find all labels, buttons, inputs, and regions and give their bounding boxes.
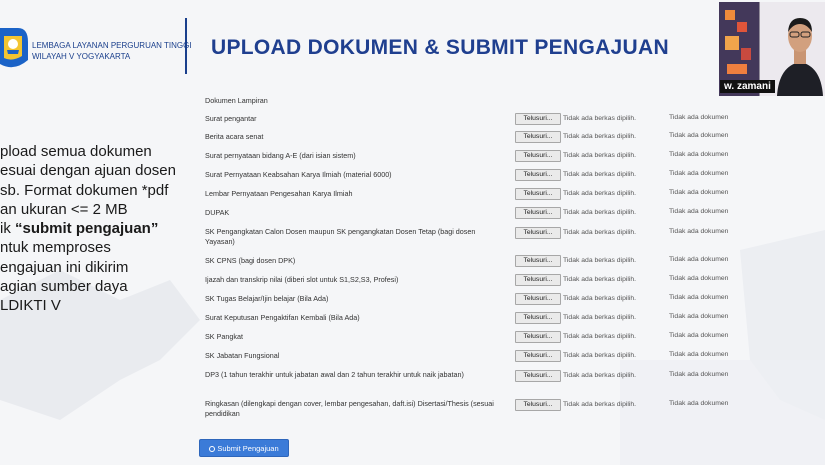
document-status: Tidak ada dokumen — [669, 256, 729, 263]
document-row-label: Surat pernyataan bidang A-E (dari isian … — [205, 151, 356, 160]
document-status: Tidak ada dokumen — [669, 132, 729, 139]
document-row-label: Lembar Pernyataan Pengesahan Karya Ilmia… — [205, 189, 353, 198]
instruction-line-8: agian sumber daya — [0, 278, 128, 296]
file-status: Tidak ada berkas dipilih. — [563, 152, 637, 159]
page-title: UPLOAD DOKUMEN & SUBMIT PENGAJUAN — [211, 36, 669, 59]
document-row-label: SK Pengangkatan Calon Dosen maupun SK pe… — [205, 227, 476, 246]
file-status: Tidak ada berkas dipilih. — [563, 352, 637, 359]
instruction-line-9: LDIKTI V — [0, 297, 61, 315]
document-row-label: DP3 (1 tahun terakhir untuk jabatan awal… — [205, 370, 464, 379]
instruction-text: pload semua dokumen esuai dengan ajuan d… — [0, 142, 185, 316]
document-status: Tidak ada dokumen — [669, 313, 729, 320]
document-row-label: SK Pangkat — [205, 332, 243, 341]
browse-file-button[interactable]: Telusuri... — [515, 274, 561, 286]
document-row-label: Ringkasan (dilengkapi dengan cover, lemb… — [205, 399, 494, 418]
instruction-line-5: ik “submit pengajuan” — [0, 219, 185, 238]
document-status: Tidak ada dokumen — [669, 170, 729, 177]
document-row-label: Surat Pernyataan Keabsahan Karya Ilmiah … — [205, 170, 392, 179]
browse-file-button[interactable]: Telusuri... — [515, 293, 561, 305]
presenter-name-label: w. zamani — [720, 80, 775, 93]
header-divider — [185, 18, 187, 74]
browse-file-button[interactable]: Telusuri... — [515, 312, 561, 324]
browse-file-button[interactable]: Telusuri... — [515, 207, 561, 219]
browse-file-button[interactable]: Telusuri... — [515, 150, 561, 162]
file-status: Tidak ada berkas dipilih. — [563, 133, 637, 140]
browse-file-button[interactable]: Telusuri... — [515, 350, 561, 362]
submit-icon — [209, 446, 216, 452]
document-status: Tidak ada dokumen — [669, 208, 729, 215]
org-name-line2: WILAYAH V YOGYAKARTA — [32, 52, 131, 61]
browse-file-button[interactable]: Telusuri... — [515, 169, 561, 181]
file-status: Tidak ada berkas dipilih. — [563, 171, 637, 178]
instruction-line-4: an ukuran <= 2 MB — [0, 200, 128, 218]
browse-file-button[interactable]: Telusuri... — [515, 331, 561, 343]
document-row-label: Berita acara senat — [205, 132, 264, 141]
file-status: Tidak ada berkas dipilih. — [563, 276, 637, 283]
file-status: Tidak ada berkas dipilih. — [563, 372, 637, 379]
file-status: Tidak ada berkas dipilih. — [563, 190, 637, 197]
instruction-line-2: esuai dengan ajuan dosen — [0, 162, 176, 180]
browse-file-button[interactable]: Telusuri... — [515, 255, 561, 267]
document-status: Tidak ada dokumen — [669, 228, 729, 235]
file-status: Tidak ada berkas dipilih. — [563, 209, 637, 216]
instruction-line-7: engajuan ini dikirim — [0, 258, 129, 276]
document-status: Tidak ada dokumen — [669, 371, 729, 378]
file-status: Tidak ada berkas dipilih. — [563, 314, 637, 321]
presentation-slide: LEMBAGA LAYANAN PERGURUAN TINGGI WILAYAH… — [0, 0, 825, 465]
document-status: Tidak ada dokumen — [669, 294, 729, 301]
browse-file-button[interactable]: Telusuri... — [515, 399, 561, 411]
document-status: Tidak ada dokumen — [669, 275, 729, 282]
document-row-label: Ijazah dan transkrip nilai (diberi slot … — [205, 275, 399, 284]
submit-label: Submit Pengajuan — [217, 444, 279, 453]
browse-file-button[interactable]: Telusuri... — [515, 131, 561, 143]
submit-button[interactable]: Submit Pengajuan — [199, 439, 289, 457]
browse-file-button[interactable]: Telusuri... — [515, 227, 561, 239]
browse-file-button[interactable]: Telusuri... — [515, 188, 561, 200]
instruction-line-5-bold: “submit pengajuan” — [15, 220, 159, 238]
tutwuri-logo-icon — [0, 28, 28, 68]
file-status: Tidak ada berkas dipilih. — [563, 229, 637, 236]
section-label: Dokumen Lampiran — [205, 96, 268, 105]
document-status: Tidak ada dokumen — [669, 351, 729, 358]
browse-file-button[interactable]: Telusuri... — [515, 370, 561, 382]
document-status: Tidak ada dokumen — [669, 400, 729, 407]
document-status: Tidak ada dokumen — [669, 332, 729, 339]
file-status: Tidak ada berkas dipilih. — [563, 333, 637, 340]
org-name-line1: LEMBAGA LAYANAN PERGURUAN TINGGI — [32, 41, 192, 50]
document-status: Tidak ada dokumen — [669, 114, 729, 121]
document-row-label: SK CPNS (bagi dosen DPK) — [205, 256, 296, 265]
document-status: Tidak ada dokumen — [669, 151, 729, 158]
document-row-label: SK Tugas Belajar/Ijin belajar (Bila Ada) — [205, 294, 329, 303]
browse-file-button[interactable]: Telusuri... — [515, 113, 561, 125]
instruction-line-6: ntuk memproses — [0, 239, 111, 257]
document-row-label: DUPAK — [205, 208, 230, 217]
file-status: Tidak ada berkas dipilih. — [563, 257, 637, 264]
document-row-label: Surat Keputusan Pengaktifan Kembali (Bil… — [205, 313, 360, 322]
instruction-line-5-pre: ik — [0, 220, 15, 238]
file-status: Tidak ada berkas dipilih. — [563, 295, 637, 302]
org-name: LEMBAGA LAYANAN PERGURUAN TINGGI WILAYAH… — [32, 40, 192, 62]
instruction-line-3: sb. Format dokumen *pdf — [0, 181, 169, 199]
presenter-avatar — [777, 18, 823, 96]
instruction-line-1: pload semua dokumen — [0, 143, 152, 160]
file-status: Tidak ada berkas dipilih. — [563, 115, 637, 122]
document-status: Tidak ada dokumen — [669, 189, 729, 196]
document-row-label: SK Jabatan Fungsional — [205, 351, 280, 360]
file-status: Tidak ada berkas dipilih. — [563, 401, 637, 408]
document-row-label: Surat pengantar — [205, 114, 257, 123]
